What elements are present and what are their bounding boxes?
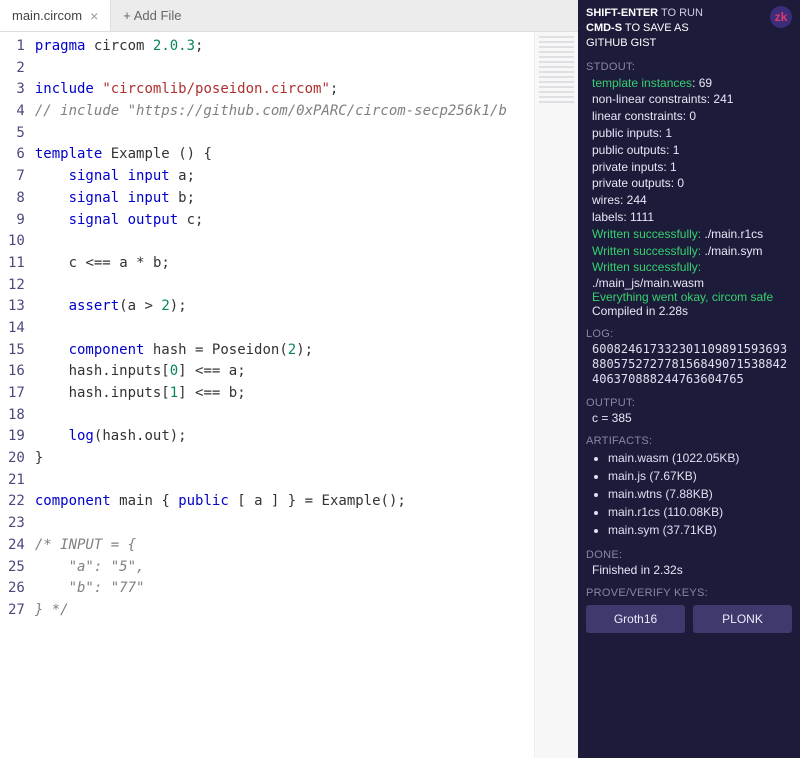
- minimap[interactable]: [534, 32, 578, 758]
- done-title: DONE:: [586, 549, 792, 561]
- plonk-button[interactable]: PLONK: [693, 605, 792, 633]
- groth16-button[interactable]: Groth16: [586, 605, 685, 633]
- stdout-body: template instances: 69non-linear constra…: [586, 75, 792, 226]
- artifact-item[interactable]: main.wasm (1022.05KB): [608, 449, 792, 467]
- close-icon[interactable]: ×: [90, 8, 98, 24]
- hint-shift-enter: SHIFT-ENTER: [586, 7, 658, 19]
- artifacts-list: main.wasm (1022.05KB)main.js (7.67KB)mai…: [586, 449, 792, 539]
- artifact-item[interactable]: main.js (7.67KB): [608, 467, 792, 485]
- tab-bar: main.circom × + Add File: [0, 0, 578, 32]
- hint-gist: GITHUB GIST: [586, 37, 656, 49]
- output-panel: zk SHIFT-ENTER TO RUN CMD-S TO SAVE AS G…: [578, 0, 800, 758]
- code-editor[interactable]: 1234567891011121314151617181920212223242…: [0, 32, 578, 758]
- hint-run: TO RUN: [658, 7, 703, 19]
- tab-main-circom[interactable]: main.circom ×: [0, 0, 111, 31]
- zk-logo: zk: [770, 6, 792, 28]
- log-title: LOG:: [586, 328, 792, 340]
- minimap-preview: [539, 36, 574, 106]
- stdout-writes: Written successfully: ./main.r1csWritten…: [586, 226, 792, 276]
- hint-save: TO SAVE AS: [622, 22, 689, 34]
- prove-title: PROVE/VERIFY KEYS:: [586, 587, 792, 599]
- output-value: c = 385: [586, 411, 792, 425]
- artifact-item[interactable]: main.wtns (7.88KB): [608, 485, 792, 503]
- stdout-ok: Everything went okay, circom safe: [586, 290, 792, 304]
- code-content[interactable]: pragma circom 2.0.3;include "circomlib/p…: [35, 32, 534, 758]
- artifacts-title: ARTIFACTS:: [586, 435, 792, 447]
- tab-label: main.circom: [12, 8, 82, 23]
- keyboard-hint: SHIFT-ENTER TO RUN CMD-S TO SAVE AS GITH…: [586, 6, 792, 51]
- prove-buttons: Groth16 PLONK: [586, 605, 792, 633]
- log-value: 6008246173323011098915936938805752727781…: [586, 342, 792, 387]
- done-value: Finished in 2.32s: [586, 563, 792, 577]
- add-file-button[interactable]: + Add File: [111, 2, 193, 29]
- stdout-title: STDOUT:: [586, 61, 792, 73]
- hint-cmd-s: CMD-S: [586, 22, 622, 34]
- stdout-wasm-path: ./main_js/main.wasm: [586, 276, 792, 290]
- artifact-item[interactable]: main.sym (37.71KB): [608, 521, 792, 539]
- editor-pane: main.circom × + Add File 123456789101112…: [0, 0, 578, 758]
- output-title: OUTPUT:: [586, 397, 792, 409]
- artifact-item[interactable]: main.r1cs (110.08KB): [608, 503, 792, 521]
- stdout-compiled: Compiled in 2.28s: [586, 304, 792, 318]
- line-gutter: 1234567891011121314151617181920212223242…: [0, 32, 35, 758]
